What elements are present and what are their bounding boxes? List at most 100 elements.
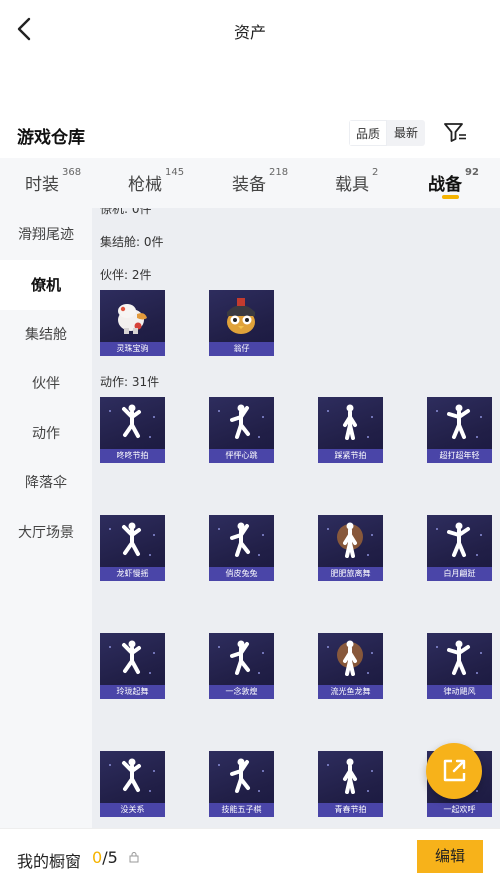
- wardrobe-current: 0: [92, 848, 103, 867]
- item-content: 僚机: 0件 集结舱: 0件 伙伴: 2件 灵珠宝驹 翁仔 动作: 31件 咚咚…: [92, 208, 500, 828]
- action-card[interactable]: 怦怦心跳: [209, 397, 274, 463]
- tab-count: 368: [62, 167, 82, 178]
- sidebar-item-glide-trail[interactable]: 滑翔尾迹: [0, 210, 92, 260]
- dance-silhouette: [436, 404, 482, 439]
- wardrobe-label: 我的橱窗: [17, 852, 82, 871]
- action-name: 律动飓风: [427, 685, 492, 699]
- warehouse-title: 游戏仓库: [17, 128, 85, 148]
- sort-toggle: 品质 最新: [349, 120, 425, 146]
- tab-vehicles[interactable]: 载具2: [335, 167, 379, 195]
- sidebar-item-pod[interactable]: 集结舱: [0, 310, 92, 360]
- partner-name: 灵珠宝驹: [100, 342, 165, 356]
- action-card[interactable]: 律动飓风: [427, 633, 492, 699]
- bottom-bar: 我的橱窗 0/5 编辑: [0, 828, 500, 885]
- action-name: 超打超年轻: [427, 449, 492, 463]
- dance-silhouette: [109, 522, 155, 556]
- dance-silhouette: [109, 404, 155, 438]
- header: 资产: [0, 0, 500, 58]
- tab-count: 92: [465, 167, 479, 178]
- tab-count: 145: [165, 167, 185, 178]
- app-root: 资产 游戏仓库 品质 最新 时装368 枪械145 装备218 载具2 战备92…: [0, 0, 500, 885]
- category-tabs: 时装368 枪械145 装备218 载具2 战备92: [0, 158, 500, 208]
- tab-label: 装备: [232, 175, 266, 195]
- dance-silhouette: [327, 640, 373, 676]
- action-card[interactable]: 玲珑起舞: [100, 633, 165, 699]
- dance-silhouette: [327, 522, 373, 558]
- action-card[interactable]: 龙虾慢摇: [100, 515, 165, 581]
- action-card[interactable]: 踩紧节拍: [318, 397, 383, 463]
- action-name: 肥肥旅离舞: [318, 567, 383, 581]
- tab-label: 枪械: [128, 175, 162, 195]
- action-card[interactable]: 超打超年轻: [427, 397, 492, 463]
- action-card[interactable]: 俏皮兔兔: [209, 515, 274, 581]
- filter-button[interactable]: [442, 119, 468, 145]
- partner-name: 翁仔: [209, 342, 274, 356]
- action-card[interactable]: 流光鱼龙舞: [318, 633, 383, 699]
- sidebar-item-partner[interactable]: 伙伴: [0, 359, 92, 409]
- active-tab-indicator: [442, 195, 459, 199]
- tab-equipment[interactable]: 装备218: [232, 167, 289, 195]
- sidebar-item-wingman[interactable]: 僚机: [0, 260, 92, 310]
- tab-count: 218: [269, 167, 289, 178]
- sidebar-item-lobby-scene[interactable]: 大厅场景: [0, 508, 92, 558]
- action-name: 龙虾慢摇: [100, 567, 165, 581]
- share-icon: [443, 759, 466, 782]
- action-name: 玲珑起舞: [100, 685, 165, 699]
- action-name: 俏皮兔兔: [209, 567, 274, 581]
- action-name: 没关系: [100, 803, 165, 817]
- section-partner-header: 伙伴: 2件: [100, 268, 152, 282]
- partner-card[interactable]: 翁仔: [209, 290, 274, 356]
- sidebar-item-parachute[interactable]: 降落伞: [0, 458, 92, 508]
- dance-silhouette: [436, 640, 482, 675]
- tab-label: 时装: [25, 175, 59, 195]
- action-card[interactable]: 肥肥旅离舞: [318, 515, 383, 581]
- dance-silhouette: [109, 758, 155, 792]
- tab-fashion[interactable]: 时装368: [25, 167, 82, 195]
- partner-art: [227, 298, 255, 334]
- share-button[interactable]: [426, 743, 482, 799]
- tab-label: 载具: [335, 175, 369, 195]
- action-name: 一起欢呼: [427, 803, 492, 817]
- action-name: 青春节拍: [318, 803, 383, 817]
- action-name: 流光鱼龙舞: [318, 685, 383, 699]
- edit-button[interactable]: 编辑: [417, 840, 483, 873]
- action-name: 白月翩跹: [427, 567, 492, 581]
- action-name: 咚咚节拍: [100, 449, 165, 463]
- partner-card[interactable]: 灵珠宝驹: [100, 290, 165, 356]
- dance-silhouette: [327, 404, 373, 440]
- tab-combat-prep[interactable]: 战备92: [428, 167, 479, 195]
- action-card[interactable]: 青春节拍: [318, 751, 383, 817]
- action-card[interactable]: 咚咚节拍: [100, 397, 165, 463]
- action-name: 怦怦心跳: [209, 449, 274, 463]
- action-card[interactable]: 技能五子棋: [209, 751, 274, 817]
- tab-count: 2: [372, 167, 379, 178]
- dance-silhouette: [218, 640, 264, 675]
- sort-quality-button[interactable]: 品质: [349, 120, 387, 146]
- sort-latest-button[interactable]: 最新: [387, 120, 425, 146]
- sidebar: 滑翔尾迹 僚机 集结舱 伙伴 动作 降落伞 大厅场景: [0, 208, 92, 828]
- tab-label: 战备: [428, 175, 462, 195]
- section-wingman-header: 僚机: 0件: [100, 208, 152, 216]
- action-card[interactable]: 没关系: [100, 751, 165, 817]
- dance-silhouette: [218, 404, 264, 439]
- dance-silhouette: [218, 522, 264, 557]
- tab-firearms[interactable]: 枪械145: [128, 167, 185, 195]
- action-name: 一念敦煌: [209, 685, 274, 699]
- action-card[interactable]: 一念敦煌: [209, 633, 274, 699]
- wardrobe-total: /5: [102, 848, 118, 867]
- lock-icon: [129, 852, 139, 863]
- action-card[interactable]: 白月翩跹: [427, 515, 492, 581]
- filter-icon: [444, 123, 466, 142]
- partner-art: [118, 304, 147, 334]
- action-name: 踩紧节拍: [318, 449, 383, 463]
- sidebar-item-action[interactable]: 动作: [0, 409, 92, 459]
- dance-silhouette: [109, 640, 155, 674]
- action-name: 技能五子棋: [209, 803, 274, 817]
- section-pod-header: 集结舱: 0件: [100, 235, 164, 249]
- page-title: 资产: [233, 23, 266, 42]
- dance-silhouette: [436, 522, 482, 557]
- wardrobe-count: 0/5: [92, 848, 118, 867]
- section-action-header: 动作: 31件: [100, 375, 160, 389]
- dance-silhouette: [218, 758, 264, 793]
- dance-silhouette: [327, 758, 373, 794]
